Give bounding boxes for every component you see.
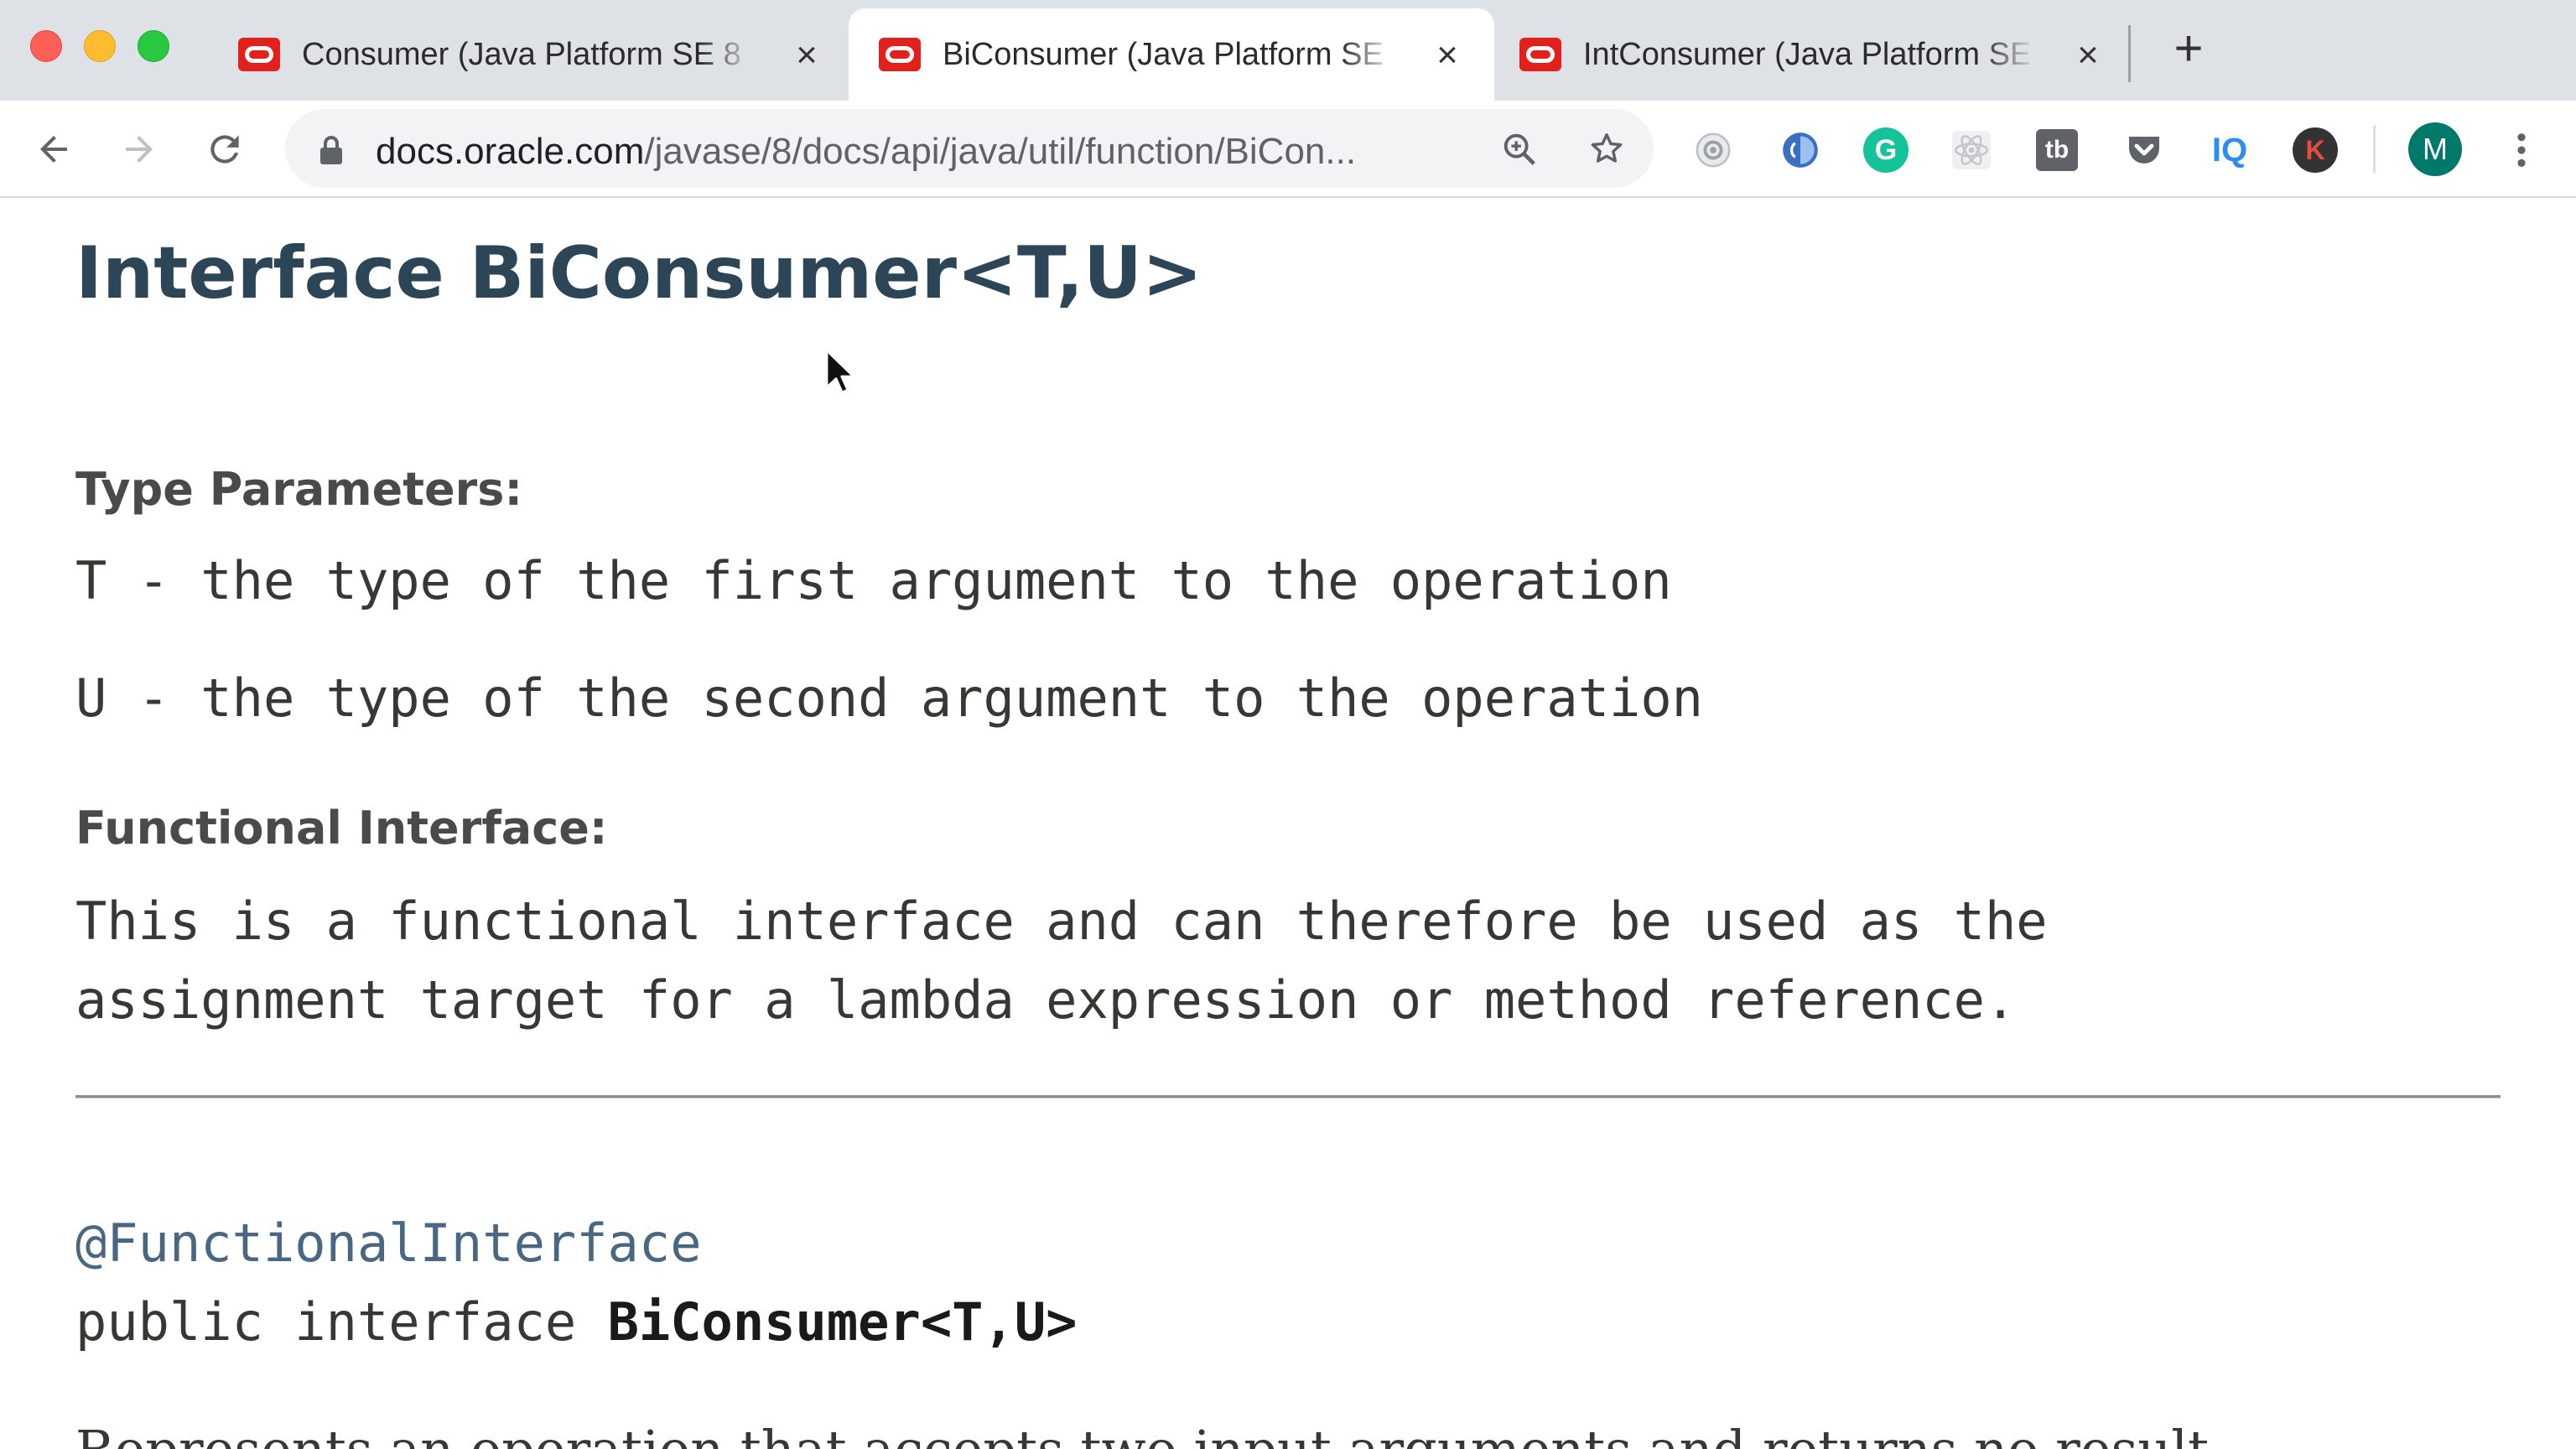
tab-close-icon[interactable]: ×	[1431, 37, 1464, 74]
tb-label: tb	[2044, 136, 2070, 164]
tab-divider	[2128, 25, 2131, 82]
shield-extension-icon[interactable]	[1778, 127, 1823, 173]
browser-toolbar: docs.oracle.com/javase/8/docs/api/java/u…	[0, 101, 2576, 198]
tab-close-icon[interactable]: ×	[790, 37, 823, 74]
tab-strip: Consumer (Java Platform SE 8 × BiConsume…	[0, 0, 2576, 101]
profile-avatar[interactable]: M	[2408, 122, 2462, 176]
menu-kebab-icon[interactable]	[2499, 127, 2544, 173]
pocket-icon[interactable]	[2122, 127, 2167, 173]
toolbar-divider	[2373, 126, 2376, 173]
oracle-icon	[1519, 38, 1561, 71]
oracle-icon	[879, 38, 921, 71]
zoom-icon[interactable]	[1498, 127, 1541, 171]
signature-name: BiConsumer<T,U>	[607, 1291, 1078, 1353]
camera-extension-icon[interactable]	[1690, 127, 1736, 173]
k-extension-icon[interactable]: K	[2293, 127, 2338, 173]
tab-intconsumer[interactable]: IntConsumer (Java Platform SE ×	[1489, 8, 2135, 101]
tab-close-icon[interactable]: ×	[2071, 37, 2105, 74]
tab-consumer[interactable]: Consumer (Java Platform SE 8 ×	[208, 8, 854, 101]
url-path: /javase/8/docs/api/java/util/function/Bi…	[644, 131, 1357, 172]
grammarly-icon[interactable]: G	[1863, 127, 1909, 173]
type-param-t: T - the type of the first argument to th…	[75, 550, 1672, 611]
tab-biconsumer[interactable]: BiConsumer (Java Platform SE ×	[849, 8, 1494, 101]
bookmark-star-icon[interactable]	[1585, 127, 1628, 171]
type-param-u: U - the type of the second argument to t…	[75, 667, 1704, 729]
mouse-cursor-icon	[825, 349, 859, 403]
type-parameters-label: Type Parameters:	[75, 463, 523, 516]
address-bar[interactable]: docs.oracle.com/javase/8/docs/api/java/u…	[285, 109, 1654, 188]
tab-title: Consumer (Java Platform SE 8	[302, 36, 741, 72]
functional-interface-desc-line1: This is a functional interface and can t…	[75, 891, 2048, 952]
arrow-right-icon	[126, 136, 153, 163]
reload-icon	[210, 135, 239, 164]
window-minimize-button[interactable]	[84, 30, 116, 62]
arrow-left-icon	[40, 136, 67, 163]
oracle-icon	[238, 38, 280, 71]
functional-interface-desc-line2: assignment target for a lambda expressio…	[75, 969, 2017, 1031]
annotation-link[interactable]: @FunctionalInterface	[75, 1213, 702, 1274]
tab-extension-icon[interactable]: tb	[2036, 129, 2078, 171]
url-text[interactable]: docs.oracle.com/javase/8/docs/api/java/u…	[376, 131, 1356, 173]
back-button[interactable]	[27, 122, 80, 176]
react-devtools-icon[interactable]	[1949, 127, 1994, 173]
iq-extension-icon[interactable]: IQ	[2207, 127, 2252, 173]
grammarly-label: G	[1874, 133, 1898, 166]
interface-signature: public interface BiConsumer<T,U>	[75, 1291, 1077, 1353]
signature-prefix: public interface	[75, 1291, 608, 1353]
lock-icon[interactable]	[319, 134, 344, 170]
section-divider	[75, 1095, 2501, 1098]
window-close-button[interactable]	[30, 30, 62, 62]
page-title: Interface BiConsumer<T,U>	[75, 231, 1203, 315]
interface-description: Represents an operation that accepts two…	[75, 1419, 2225, 1449]
new-tab-button[interactable]: +	[2163, 23, 2214, 75]
iq-label: IQ	[2211, 131, 2248, 169]
k-label: K	[2305, 134, 2325, 165]
url-host: docs.oracle.com	[376, 131, 645, 172]
reload-button[interactable]	[198, 122, 252, 176]
window-zoom-button[interactable]	[138, 30, 169, 62]
page-content: Interface BiConsumer<T,U> Type Parameter…	[0, 198, 2576, 1449]
tab-title: IntConsumer (Java Platform SE	[1583, 36, 2032, 72]
functional-interface-label: Functional Interface:	[75, 802, 608, 854]
tab-title: BiConsumer (Java Platform SE	[943, 36, 1384, 72]
forward-button[interactable]	[112, 122, 166, 176]
profile-initial: M	[2423, 132, 2448, 166]
